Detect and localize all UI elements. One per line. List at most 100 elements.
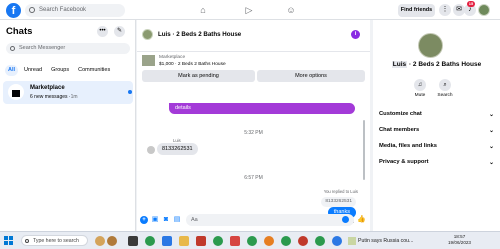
taskbar-search-placeholder: Type here to search [33, 238, 79, 244]
search-icon: ⌕ [439, 79, 451, 91]
search-conversation-button[interactable]: ⌕ Search [434, 79, 456, 98]
chat-item-preview: 6 new messages ·1m [30, 94, 78, 100]
marketplace-store-icon [8, 84, 24, 100]
message-bubble-details: details [169, 103, 355, 114]
weather-widget-icon[interactable] [107, 236, 117, 246]
chrome-icon[interactable] [315, 236, 325, 246]
search-icon [25, 238, 29, 243]
facebook-logo[interactable]: f [6, 3, 21, 18]
listing-label: Marketplace [159, 55, 186, 60]
news-widget[interactable]: Putin says Russia cou... [348, 236, 413, 246]
filter-unread[interactable]: Unread [21, 65, 45, 76]
messenger-search-input[interactable]: Search Messenger [6, 43, 130, 54]
section-chat-members[interactable]: Chat members ⌄ [379, 127, 494, 134]
filter-groups[interactable]: Groups [48, 65, 72, 76]
section-label: Customize chat [379, 111, 422, 117]
top-navigation-bar: f Search Facebook ⌂ ▷ ☺ Find friends ⋮ ✉… [0, 0, 500, 20]
message-input[interactable]: Aa [186, 214, 354, 226]
windows-taskbar: Type here to search Putin says Russia co… [0, 231, 500, 249]
replied-label: You replied to Luis [323, 189, 358, 194]
chrome-icon[interactable] [247, 236, 257, 246]
listing-price[interactable]: $1,000 · 2 Beds 2 Baths House [159, 62, 226, 67]
facebook-search-input[interactable]: Search Facebook [25, 4, 125, 17]
conversation-avatar[interactable] [142, 29, 153, 40]
section-customize-chat[interactable]: Customize chat ⌄ [379, 111, 494, 118]
sticker-icon[interactable]: ◙ [162, 216, 170, 224]
edge-icon[interactable] [162, 236, 172, 246]
name-rest: · 2 Beds 2 Baths House [407, 61, 482, 68]
chat-item-marketplace[interactable]: Marketplace 6 new messages ·1m [3, 81, 133, 104]
incoming-message: 8133262531 [157, 143, 198, 155]
chat-filters: All Unread Groups Communities [5, 65, 113, 76]
chrome-icon[interactable] [281, 236, 291, 246]
message-composer: + ▣ ◙ ▤ Aa 👍 [137, 211, 370, 231]
video-icon[interactable]: ▷ [244, 5, 254, 15]
conversation-panel: Luis · 2 Beds 2 Baths House i Marketplac… [137, 20, 370, 231]
chat-preview-text: 6 new messages · [30, 94, 71, 100]
new-message-icon[interactable]: ✎ [114, 26, 125, 37]
chevron-down-icon: ⌄ [488, 160, 494, 166]
conversation-info-panel: Luis · 2 Beds 2 Baths House ♫ Mute ⌕ Sea… [373, 20, 500, 231]
news-text: Putin says Russia cou... [358, 238, 414, 244]
search-icon [29, 7, 35, 13]
chevron-down-icon: ⌄ [488, 128, 494, 134]
quoted-message: 8133262531 [321, 197, 356, 207]
section-media-files-links[interactable]: Media, files and links ⌄ [379, 143, 494, 150]
windows-start-icon[interactable] [4, 236, 13, 245]
unread-dot [128, 90, 132, 94]
conversation-scrollbar[interactable] [363, 120, 365, 180]
section-label: Media, files and links [379, 143, 437, 149]
listing-thumbnail[interactable] [142, 55, 155, 66]
file-explorer-icon[interactable] [179, 236, 189, 246]
firefox-icon[interactable] [264, 236, 274, 246]
section-label: Chat members [379, 127, 420, 133]
find-friends-button[interactable]: Find friends [398, 4, 435, 17]
clock-date: 19/06/2023 [448, 240, 471, 245]
sender-avatar [147, 146, 155, 154]
mute-button[interactable]: ♫ Mute [409, 79, 431, 98]
profile-avatar[interactable] [478, 4, 490, 16]
chevron-down-icon: ⌄ [488, 144, 494, 150]
section-label: Privacy & support [379, 159, 429, 165]
conversation-title[interactable]: Luis · 2 Beds 2 Baths House [158, 31, 241, 38]
gif-icon[interactable]: ▤ [173, 216, 181, 224]
chrome-icon[interactable] [145, 236, 155, 246]
chats-sidebar: Chats ••• ✎ Search Messenger All Unread … [0, 20, 136, 231]
home-icon[interactable]: ⌂ [198, 5, 208, 15]
mute-label: Mute [414, 93, 426, 98]
section-privacy-support[interactable]: Privacy & support ⌄ [379, 159, 494, 166]
mark-as-pending-button[interactable]: Mark as pending [142, 70, 255, 82]
chats-title: Chats [6, 26, 33, 37]
system-clock[interactable]: 18:57 19/06/2023 [448, 234, 471, 246]
chevron-down-icon: ⌄ [488, 112, 494, 118]
more-options-button[interactable]: More options [257, 70, 365, 82]
facebook-search-placeholder: Search Facebook [39, 7, 87, 13]
notification-badge: 15 [467, 1, 475, 7]
filter-all[interactable]: All [5, 65, 19, 76]
taskbar-search-input[interactable]: Type here to search [21, 235, 88, 246]
weather-widget-icon[interactable] [95, 236, 105, 246]
chrome-icon[interactable] [298, 236, 308, 246]
groups-icon[interactable]: ☺ [286, 5, 296, 15]
task-view-icon[interactable] [128, 236, 138, 246]
chrome-icon[interactable] [213, 236, 223, 246]
search-label: Search [437, 93, 453, 98]
name-highlight: Luis [391, 61, 408, 68]
chat-options-button[interactable]: ••• [97, 26, 108, 37]
image-icon[interactable]: ▣ [151, 216, 159, 224]
chrome-icon[interactable] [332, 236, 342, 246]
filter-communities[interactable]: Communities [75, 65, 113, 76]
info-icon[interactable]: i [351, 30, 360, 39]
chat-item-name: Marketplace [30, 85, 65, 91]
plus-icon[interactable]: + [140, 216, 148, 224]
apps-grid-icon[interactable]: ⋮ [439, 4, 451, 16]
messenger-search-placeholder: Search Messenger [19, 45, 66, 51]
app-icon[interactable] [196, 236, 206, 246]
conversation-header: Luis · 2 Beds 2 Baths House i [137, 20, 370, 52]
conversation-info-name: Luis · 2 Beds 2 Baths House [373, 61, 500, 68]
emoji-icon[interactable] [342, 216, 349, 223]
app-icon[interactable] [230, 236, 240, 246]
listing-card: Marketplace $1,000 · 2 Beds 2 Baths Hous… [142, 53, 365, 86]
thumbs-up-icon[interactable]: 👍 [357, 216, 366, 224]
news-thumbnail [348, 236, 356, 245]
